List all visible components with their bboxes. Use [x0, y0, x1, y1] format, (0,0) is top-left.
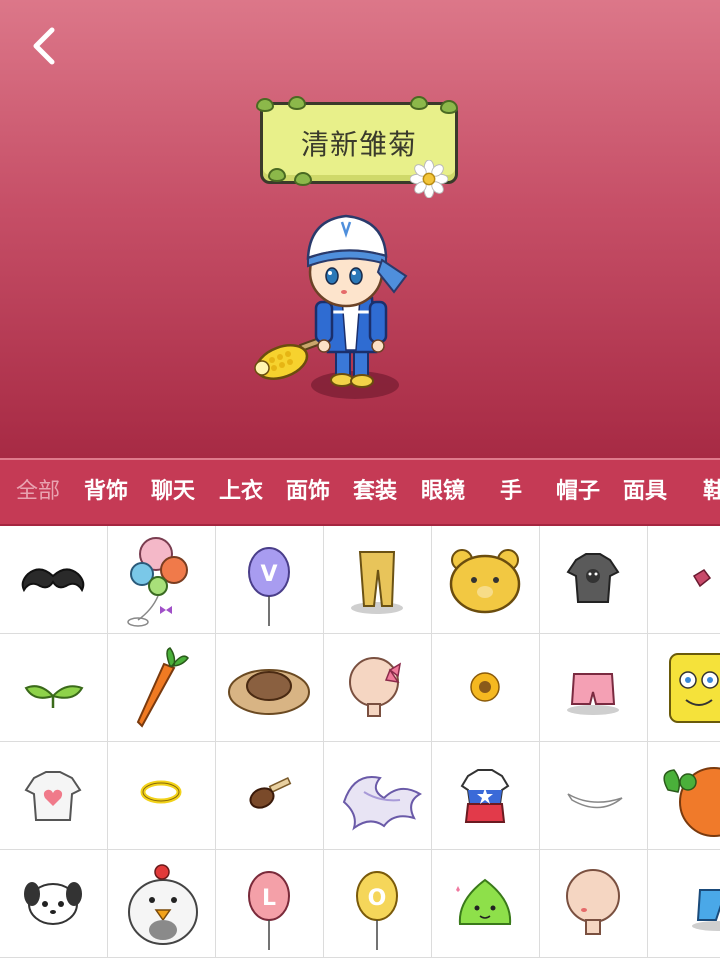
item-cell[interactable]: [216, 634, 324, 742]
mustache-icon: [21, 568, 85, 593]
green-slime-icon: [456, 878, 512, 925]
item-cell[interactable]: [540, 634, 648, 742]
back-button[interactable]: [22, 22, 70, 70]
chocolate-icecream-icon: [249, 777, 292, 809]
white-feather-icon: [567, 793, 623, 809]
tab-hat[interactable]: 帽子: [556, 460, 600, 524]
item-cell[interactable]: [432, 634, 540, 742]
tab-all[interactable]: 全部: [16, 460, 60, 524]
item-cell[interactable]: O: [324, 850, 432, 958]
item-cell[interactable]: [648, 526, 720, 634]
halo-icon: [140, 780, 182, 804]
tab-mask[interactable]: 面具: [623, 460, 667, 524]
item-cell[interactable]: [108, 742, 216, 850]
item-cell[interactable]: [216, 742, 324, 850]
item-cell[interactable]: [0, 526, 108, 634]
carrot-icon: [136, 647, 189, 728]
panda-dog-mask-icon: [24, 882, 82, 925]
item-grid: V L O: [0, 526, 720, 960]
item-cell[interactable]: [540, 742, 648, 850]
sprout-icon: [24, 685, 84, 708]
item-cell[interactable]: [648, 742, 720, 850]
tab-top[interactable]: 上衣: [219, 460, 263, 524]
item-cell[interactable]: [540, 850, 648, 958]
item-cell[interactable]: [432, 742, 540, 850]
character-avatar: [254, 214, 408, 399]
gray-shirt-icon: [566, 553, 620, 603]
sunflower-icon: [470, 672, 500, 702]
bear-hat-icon: [449, 549, 521, 614]
star-shirt-icon: [460, 769, 510, 823]
item-cell[interactable]: [0, 742, 108, 850]
item-cell[interactable]: [648, 634, 720, 742]
svg-text:O: O: [368, 886, 387, 911]
item-cell[interactable]: [432, 850, 540, 958]
yellow-pants-icon: [351, 551, 403, 614]
daisy-icon: [410, 160, 448, 198]
tab-hand[interactable]: 手: [500, 460, 522, 524]
tab-glasses[interactable]: 眼镜: [421, 460, 465, 524]
balloon-o-icon: O: [356, 871, 398, 950]
item-cell[interactable]: [324, 634, 432, 742]
straw-hat-icon: [228, 669, 310, 715]
item-cell[interactable]: [540, 526, 648, 634]
svg-text:V: V: [260, 562, 277, 587]
tab-outfit[interactable]: 套装: [353, 460, 397, 524]
tab-back-accessory[interactable]: 背饰: [84, 460, 128, 524]
tab-face-accessory[interactable]: 面饰: [286, 460, 330, 524]
heart-balloons-icon: [127, 537, 188, 627]
heart-shirt-icon: [24, 771, 82, 821]
sponge-icon: [669, 653, 720, 723]
chicken-hat-icon: [128, 864, 198, 945]
avatar-preview-area: 清新雏菊: [0, 0, 720, 458]
small-red-item-icon: [692, 569, 712, 588]
ribbon-head-icon: [349, 657, 402, 717]
tab-shoes[interactable]: 鞋: [703, 460, 720, 524]
item-cell[interactable]: [108, 634, 216, 742]
category-tab-bar: 全部 背饰 聊天 上衣 面饰 套装 眼镜 手 帽子 面具 鞋: [0, 458, 720, 526]
blue-shorts-icon: [692, 889, 720, 931]
balloon-l-icon: L: [248, 871, 290, 950]
carrot-house-icon: [663, 767, 720, 837]
item-cell[interactable]: [648, 850, 720, 958]
blank-head-icon: [566, 869, 620, 935]
item-cell[interactable]: [432, 526, 540, 634]
nine-tails-icon: [342, 776, 422, 831]
item-cell[interactable]: [324, 742, 432, 850]
item-cell[interactable]: V: [216, 526, 324, 634]
item-cell[interactable]: [108, 850, 216, 958]
item-cell[interactable]: [0, 850, 108, 958]
pink-shorts-icon: [567, 673, 619, 715]
chevron-left-icon: [33, 27, 55, 65]
balloon-v-icon: V: [248, 547, 290, 626]
svg-text:L: L: [262, 886, 276, 911]
item-cell[interactable]: [108, 526, 216, 634]
item-cell[interactable]: [0, 634, 108, 742]
item-cell[interactable]: L: [216, 850, 324, 958]
tab-chat[interactable]: 聊天: [151, 460, 195, 524]
item-cell[interactable]: [324, 526, 432, 634]
